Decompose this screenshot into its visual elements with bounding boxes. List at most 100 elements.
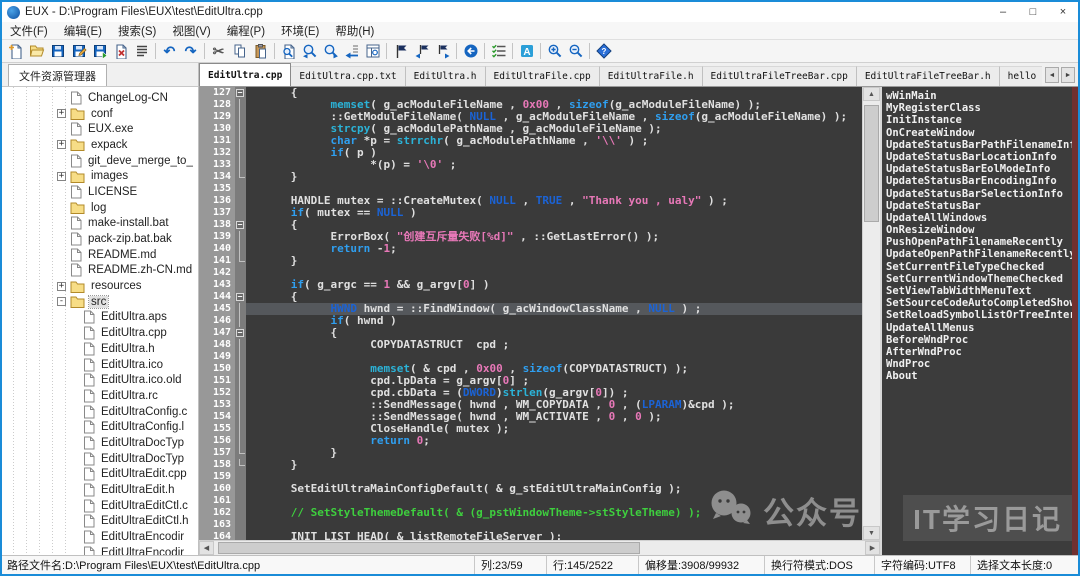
- function-list-item[interactable]: SetCurrentWindowThemeChecked: [882, 273, 1078, 285]
- vertical-scroll-thumb[interactable]: [864, 105, 879, 222]
- tree-expander-icon[interactable]: +: [57, 140, 66, 149]
- tree-folder-item[interactable]: -src: [2, 294, 198, 310]
- fold-column[interactable]: −: [235, 87, 246, 99]
- scroll-up-icon[interactable]: ▲: [863, 87, 880, 101]
- tree-file-item[interactable]: EditUltraConfig.l: [2, 419, 198, 435]
- fold-toggle-icon[interactable]: −: [236, 329, 244, 337]
- zoom-out-icon[interactable]: [565, 41, 586, 61]
- file-list-icon[interactable]: [131, 41, 152, 61]
- tree-file-item[interactable]: EditUltraEditCtl.c: [2, 498, 198, 514]
- bookmark-next-icon[interactable]: [432, 41, 453, 61]
- redo-icon[interactable]: ↷: [180, 41, 201, 61]
- tree-file-item[interactable]: EditUltra.aps: [2, 310, 198, 326]
- find-prev-icon[interactable]: [299, 41, 320, 61]
- document-tab[interactable]: EditUltraFile.h: [600, 66, 703, 86]
- tree-file-item[interactable]: README.zh-CN.md: [2, 263, 198, 279]
- scroll-left-icon[interactable]: ◀: [199, 541, 214, 555]
- menu-item[interactable]: 文件(F): [2, 22, 56, 39]
- function-list-item[interactable]: About: [882, 370, 1078, 382]
- tree-file-item[interactable]: LICENSE: [2, 184, 198, 200]
- horizontal-scroll-thumb[interactable]: [218, 542, 640, 554]
- fold-toggle-icon[interactable]: −: [236, 89, 244, 97]
- function-list-item[interactable]: wWinMain: [882, 90, 1078, 102]
- function-list-item[interactable]: MyRegisterClass: [882, 102, 1078, 114]
- new-file-icon[interactable]: [5, 41, 26, 61]
- function-list-item[interactable]: UpdateAllMenus: [882, 322, 1078, 334]
- tree-expander-icon[interactable]: +: [57, 282, 66, 291]
- tree-folder-item[interactable]: +conf: [2, 106, 198, 122]
- tree-file-item[interactable]: EditUltraDocTyp: [2, 435, 198, 451]
- scroll-down-icon[interactable]: ▼: [863, 526, 880, 540]
- fold-column[interactable]: −: [235, 327, 246, 339]
- find-next-icon[interactable]: [320, 41, 341, 61]
- vertical-scrollbar[interactable]: ▲ ▼: [862, 87, 880, 540]
- close-file-icon[interactable]: [110, 41, 131, 61]
- menu-item[interactable]: 视图(V): [164, 22, 218, 39]
- todo-list-icon[interactable]: [488, 41, 509, 61]
- document-tab[interactable]: EditUltra.cpp: [199, 63, 291, 86]
- document-tab[interactable]: EditUltra.cpp.txt: [291, 66, 405, 86]
- document-tab[interactable]: EditUltraFileTreeBar.h: [857, 66, 1000, 86]
- tree-file-item[interactable]: EditUltraEncodir: [2, 529, 198, 545]
- menu-item[interactable]: 编程(P): [219, 22, 273, 39]
- menu-item[interactable]: 环境(E): [273, 22, 327, 39]
- tree-file-item[interactable]: pack-zip.bat.bak: [2, 231, 198, 247]
- tree-file-item[interactable]: EditUltraEdit.cpp: [2, 467, 198, 483]
- function-list-item[interactable]: OnCreateWindow: [882, 127, 1078, 139]
- tree-file-item[interactable]: EditUltraEdit.h: [2, 482, 198, 498]
- function-list-item[interactable]: InitInstance: [882, 114, 1078, 126]
- tree-folder-item[interactable]: +expack: [2, 137, 198, 153]
- function-list-item[interactable]: UpdateAllWindows: [882, 212, 1078, 224]
- function-list-item[interactable]: SetReloadSymbolListOrTreeInterva: [882, 309, 1078, 321]
- code-editor[interactable]: 127− {128 memset( g_acModuleFileName , 0…: [199, 87, 862, 540]
- fold-toggle-icon[interactable]: −: [236, 293, 244, 301]
- find-in-files-icon[interactable]: [362, 41, 383, 61]
- tree-file-item[interactable]: EditUltra.cpp: [2, 325, 198, 341]
- tree-file-item[interactable]: README.md: [2, 247, 198, 263]
- tree-file-item[interactable]: EditUltraEncodir: [2, 545, 198, 555]
- horizontal-scrollbar[interactable]: ◀ ▶: [199, 540, 880, 555]
- tree-file-item[interactable]: EUX.exe: [2, 121, 198, 137]
- tree-file-item[interactable]: ChangeLog-CN: [2, 90, 198, 106]
- tree-folder-item[interactable]: log: [2, 200, 198, 216]
- tree-expander-icon[interactable]: -: [57, 297, 66, 306]
- save-icon[interactable]: [47, 41, 68, 61]
- function-list-scrollbar[interactable]: [1072, 87, 1078, 555]
- document-tab[interactable]: EditUltraFile.cpp: [486, 66, 600, 86]
- save-as-icon[interactable]: [68, 41, 89, 61]
- fold-column[interactable]: −: [235, 291, 246, 303]
- open-file-icon[interactable]: [26, 41, 47, 61]
- function-list-item[interactable]: UpdateStatusBarSelectionInfo: [882, 188, 1078, 200]
- paste-icon[interactable]: [250, 41, 271, 61]
- function-list-item[interactable]: BeforeWndProc: [882, 334, 1078, 346]
- tree-folder-item[interactable]: +images: [2, 168, 198, 184]
- fold-column[interactable]: −: [235, 219, 246, 231]
- document-tab[interactable]: EditUltraFileTreeBar.cpp: [703, 66, 857, 86]
- menu-item[interactable]: 帮助(H): [327, 22, 382, 39]
- tree-expander-icon[interactable]: +: [57, 109, 66, 118]
- tree-file-item[interactable]: EditUltra.rc: [2, 388, 198, 404]
- about-icon[interactable]: ?: [593, 41, 614, 61]
- function-list-item[interactable]: UpdateStatusBar: [882, 200, 1078, 212]
- function-list-item[interactable]: UpdateStatusBarPathFilenameInfo: [882, 139, 1078, 151]
- tree-file-item[interactable]: EditUltraDocTyp: [2, 451, 198, 467]
- replace-icon[interactable]: [341, 41, 362, 61]
- function-list-item[interactable]: UpdateStatusBarLocationInfo: [882, 151, 1078, 163]
- function-list-item[interactable]: UpdateOpenPathFilenameRecently: [882, 248, 1078, 260]
- function-list-item[interactable]: OnResizeWindow: [882, 224, 1078, 236]
- function-list-item[interactable]: SetCurrentFileTypeChecked: [882, 261, 1078, 273]
- close-button[interactable]: ×: [1048, 2, 1078, 22]
- tree-file-item[interactable]: EditUltra.ico: [2, 357, 198, 373]
- scroll-right-icon[interactable]: ▶: [865, 541, 880, 555]
- tree-expander-icon[interactable]: +: [57, 172, 66, 181]
- menu-item[interactable]: 编辑(E): [56, 22, 110, 39]
- copy-icon[interactable]: [229, 41, 250, 61]
- maximize-button[interactable]: □: [1018, 2, 1048, 22]
- minimize-button[interactable]: –: [988, 2, 1018, 22]
- bookmark-prev-icon[interactable]: [411, 41, 432, 61]
- file-tree[interactable]: ChangeLog-CN+confEUX.exe+expackgit_deve_…: [2, 87, 198, 555]
- find-icon[interactable]: [278, 41, 299, 61]
- cut-icon[interactable]: ✂: [208, 41, 229, 61]
- zoom-in-icon[interactable]: [544, 41, 565, 61]
- save-all-icon[interactable]: [89, 41, 110, 61]
